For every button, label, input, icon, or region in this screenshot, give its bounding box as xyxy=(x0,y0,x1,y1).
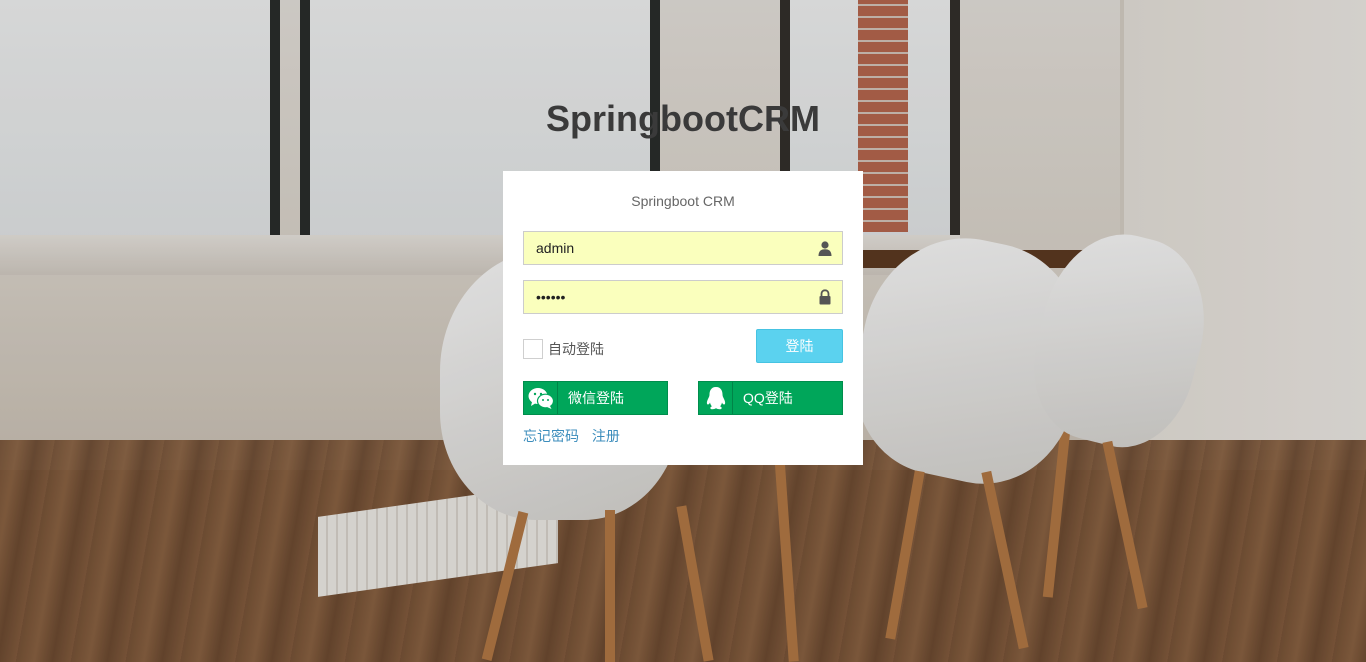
remember-checkbox[interactable] xyxy=(523,339,543,359)
username-input[interactable] xyxy=(524,232,804,264)
qq-login-button[interactable]: QQ登陆 xyxy=(698,381,843,415)
remember-label: 自动登陆 xyxy=(548,341,604,357)
register-link[interactable]: 注册 xyxy=(592,428,620,444)
login-box-title: Springboot CRM xyxy=(631,193,735,209)
login-button[interactable]: 登陆 xyxy=(756,329,843,363)
user-icon xyxy=(818,241,832,256)
password-input[interactable] xyxy=(524,281,804,313)
password-field-wrapper xyxy=(523,280,843,314)
login-box: Springboot CRM 自动登陆 登陆 xyxy=(503,171,863,465)
login-links: 忘记密码 注册 xyxy=(523,426,629,446)
lock-icon xyxy=(819,289,831,305)
app-title: SpringbootCRM xyxy=(546,98,820,139)
username-field-wrapper xyxy=(523,231,843,265)
remember-me[interactable]: 自动登陆 xyxy=(523,338,604,360)
qq-login-label: QQ登陆 xyxy=(743,390,793,406)
qq-icon xyxy=(699,382,733,414)
wechat-icon xyxy=(524,382,558,414)
wechat-login-button[interactable]: 微信登陆 xyxy=(523,381,668,415)
wechat-login-label: 微信登陆 xyxy=(568,390,624,406)
forgot-password-link[interactable]: 忘记密码 xyxy=(523,428,579,444)
